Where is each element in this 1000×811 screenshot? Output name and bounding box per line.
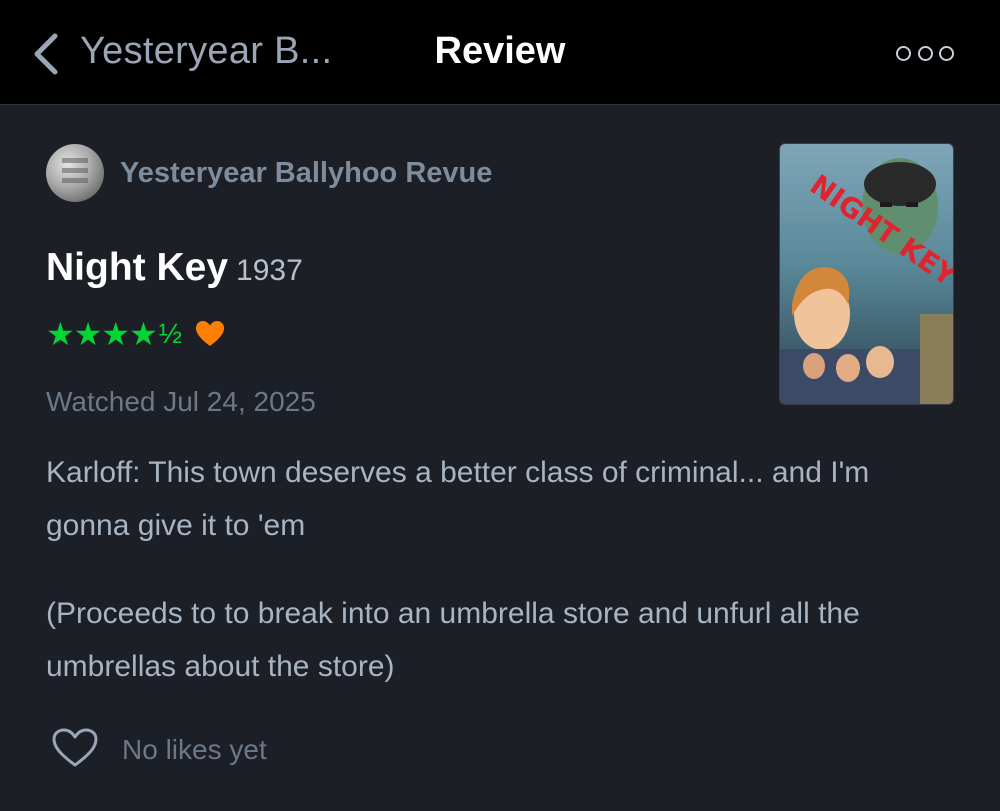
dot — [896, 45, 911, 61]
page-title: Review — [434, 30, 566, 72]
dot — [939, 45, 954, 61]
rating-row: ★★★★ ½ — [46, 316, 228, 352]
dot — [917, 45, 933, 61]
chevron-left-icon — [34, 33, 58, 75]
watched-date: Watched Jul 24, 2025 — [46, 386, 316, 417]
half-star: ½ — [158, 318, 183, 349]
review-paragraph: Karloff: This town deserves a better cla… — [46, 456, 870, 542]
film-poster[interactable]: NIGHT KEY — [779, 143, 954, 405]
review-paragraph: (Proceeds to to break into an umbrella s… — [46, 597, 860, 683]
back-button[interactable] — [26, 28, 66, 80]
like-heart-icon[interactable] — [52, 728, 98, 773]
film-title[interactable]: Night Key — [46, 246, 228, 289]
film-title-row[interactable]: Night Key 1937 — [46, 246, 303, 290]
review-text: Karloff: This town deserves a better cla… — [46, 446, 956, 728]
more-options-icon[interactable] — [896, 42, 954, 64]
author-row[interactable]: Yesteryear Ballyhoo Revue — [46, 144, 492, 202]
top-navigation-bar: Yesteryear B... Review — [0, 0, 1000, 105]
likes-count: No likes yet — [122, 734, 267, 765]
review-content: Yesteryear Ballyhoo Revue Night Key 1937 … — [0, 106, 1000, 811]
likes-row: No likes yet — [52, 728, 267, 772]
avatar[interactable] — [46, 144, 104, 202]
liked-heart-icon — [196, 319, 228, 349]
back-label[interactable]: Yesteryear B... — [80, 30, 332, 73]
author-name[interactable]: Yesteryear Ballyhoo Revue — [120, 157, 492, 190]
star-rating: ★★★★ — [46, 316, 158, 352]
film-year[interactable]: 1937 — [236, 254, 303, 287]
